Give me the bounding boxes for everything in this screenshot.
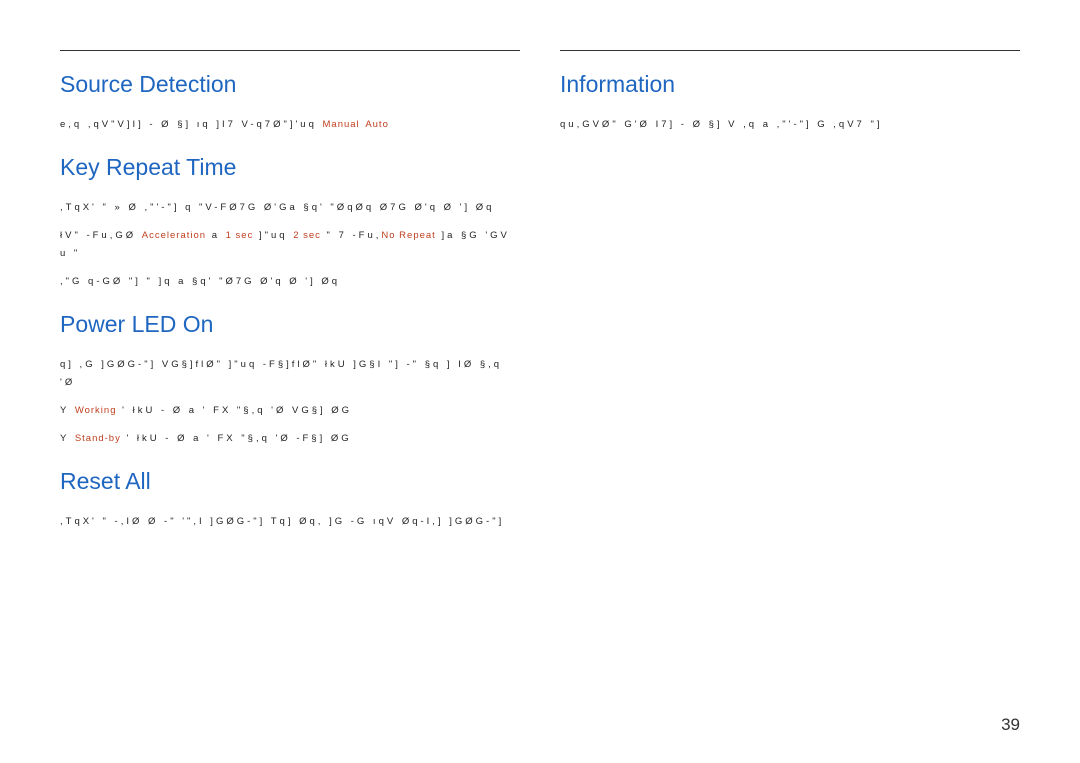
body-line: ,"G q-GØ "] " ]q a §q' "Ø7G Ø'q Ø '] Øq <box>60 273 520 291</box>
body-segment: ,"G q-GØ "] " ]q a §q' "Ø7G Ø'q Ø '] Øq <box>60 276 340 287</box>
body-line: Y Stand-by ' łkU - Ø a ' FX "§,q 'Ø -F§]… <box>60 430 520 448</box>
body-segment: Y <box>60 433 75 444</box>
left-divider <box>60 50 520 51</box>
body-line: q] ,G ]GØG-"] VG§]flØ" ]"uq -F§]flØ" łkU… <box>60 356 520 392</box>
highlight-text: Stand-by <box>75 433 121 444</box>
body-segment: q] ,G ]GØG-"] VG§]flØ" ]"uq -F§]flØ" łkU… <box>60 359 502 388</box>
highlight-text: Acceleration <box>142 230 206 241</box>
body-segment: " 7 -Fu, <box>321 230 381 241</box>
page-number: 39 <box>1001 715 1020 735</box>
body-segment: łV" -Fu,GØ <box>60 230 142 241</box>
body-segment: ,TqX' " -,IØ Ø -" '",I ]GØG-"] Tq] Øq, ]… <box>60 516 504 527</box>
body-segment: Y <box>60 405 75 416</box>
left-column: Source Detection e,q ,qV"V]I] - Ø §] ıq ]… <box>60 50 520 541</box>
body-segment: ' łkU - Ø a ' FX "§,q 'Ø VG§] ØG <box>116 405 352 416</box>
body-segment: e,q ,qV"V]I] - Ø §] ıq ]I7 V-q7Ø"]'uq <box>60 119 323 130</box>
body-line: e,q ,qV"V]I] - Ø §] ıq ]I7 V-q7Ø"]'uq Ma… <box>60 116 520 134</box>
highlight-text: Auto <box>365 119 389 130</box>
highlight-text: Manual <box>323 119 360 130</box>
highlight-text: 1 sec <box>226 230 254 241</box>
highlight-text: Working <box>75 405 117 416</box>
body-line: ,TqX' " -,IØ Ø -" '",I ]GØG-"] Tq] Øq, ]… <box>60 513 520 531</box>
body-segment: ]"uq <box>253 230 293 241</box>
right-column: Information qu,GVØ" G'Ø I7] - Ø §] V ,q a… <box>560 50 1020 541</box>
columns-container: Source Detection e,q ,qV"V]I] - Ø §] ıq ]… <box>60 50 1020 541</box>
section-title: Power LED On <box>60 311 520 338</box>
highlight-text: No Repeat <box>381 230 435 241</box>
right-divider <box>560 50 1020 51</box>
body-segment: qu,GVØ" G'Ø I7] - Ø §] V ,q a ,"'-"] G ,… <box>560 119 883 130</box>
body-segment: ' łkU - Ø a ' FX "§,q 'Ø -F§] ØG <box>121 433 352 444</box>
body-line: qu,GVØ" G'Ø I7] - Ø §] V ,q a ,"'-"] G ,… <box>560 116 1020 134</box>
section-title: Reset All <box>60 468 520 495</box>
body-segment: ,TqX' " » Ø ,"'-"] q "V-FØ7G Ø'Ga §q' "Ø… <box>60 202 494 213</box>
section-title: Information <box>560 71 1020 98</box>
body-segment: a <box>206 230 226 241</box>
body-line: ,TqX' " » Ø ,"'-"] q "V-FØ7G Ø'Ga §q' "Ø… <box>60 199 520 217</box>
section-title: Key Repeat Time <box>60 154 520 181</box>
body-line: Y Working ' łkU - Ø a ' FX "§,q 'Ø VG§] … <box>60 402 520 420</box>
body-line: łV" -Fu,GØ Acceleration a 1 sec ]"uq 2 s… <box>60 227 520 263</box>
highlight-text: 2 sec <box>293 230 321 241</box>
section-title: Source Detection <box>60 71 520 98</box>
